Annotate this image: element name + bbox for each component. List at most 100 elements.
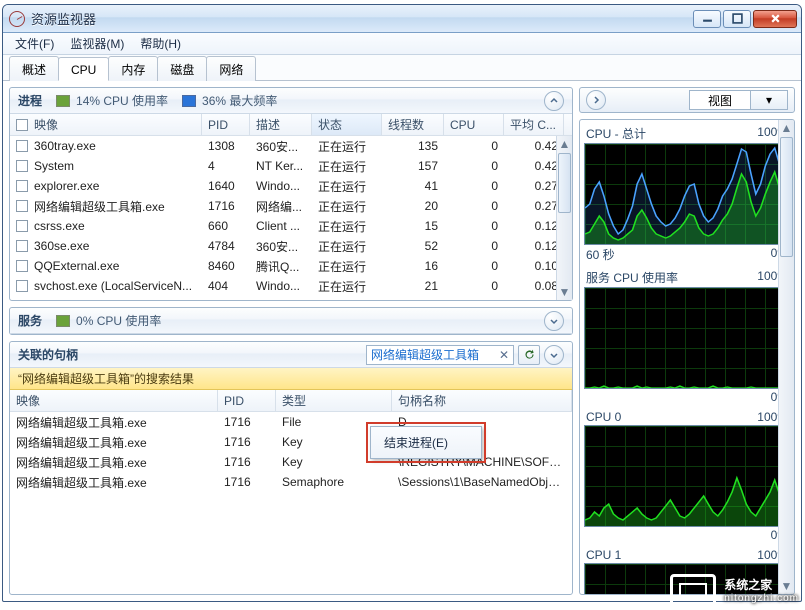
refresh-search-button[interactable]: [518, 345, 540, 365]
services-title: 服务: [18, 312, 42, 329]
close-button[interactable]: [753, 10, 797, 28]
cpu-usage-stat: 14% CPU 使用率: [56, 92, 168, 109]
scroll-thumb[interactable]: [558, 153, 571, 213]
chevron-down-icon[interactable]: ▾: [750, 91, 787, 109]
processes-scrollbar[interactable]: ▲ ▼: [556, 136, 572, 300]
table-row[interactable]: csrss.exe660Client ...正在运行1500.12: [10, 216, 572, 236]
tabstrip: 概述 CPU 内存 磁盘 网络: [3, 55, 801, 81]
search-results-banner: “网络编辑超级工具箱”的搜索结果: [10, 368, 572, 390]
minimize-button[interactable]: [693, 10, 721, 28]
view-label: 视图: [690, 92, 750, 109]
graph-title: 服务 CPU 使用率: [586, 269, 678, 286]
view-selector[interactable]: 视图 ▾: [689, 90, 788, 110]
col-avg[interactable]: 平均 C...: [504, 114, 564, 135]
tab-overview[interactable]: 概述: [9, 56, 59, 81]
end-process-menuitem[interactable]: 结束进程(E): [374, 430, 478, 455]
processes-rows[interactable]: 360tray.exe1308360安...正在运行13500.42System…: [10, 136, 572, 300]
graphs-toolbar: 视图 ▾: [579, 87, 795, 113]
hcol-type[interactable]: 类型: [276, 390, 392, 411]
col-pid[interactable]: PID: [202, 114, 250, 135]
titlebar[interactable]: 资源监视器: [3, 5, 801, 33]
max-freq-stat: 36% 最大频率: [182, 92, 277, 109]
row-checkbox[interactable]: [16, 240, 28, 252]
green-chip-icon: [56, 315, 70, 327]
row-checkbox[interactable]: [16, 260, 28, 272]
table-row[interactable]: 网络编辑超级工具箱.exe1716Key\REGISTRY\MACHINE\SO…: [10, 452, 572, 472]
table-row[interactable]: svchost.exe (LocalServiceN...404Windo...…: [10, 276, 572, 296]
menu-file[interactable]: 文件(F): [7, 33, 62, 54]
row-checkbox[interactable]: [16, 280, 28, 292]
processes-title: 进程: [18, 92, 42, 109]
processes-header[interactable]: 进程 14% CPU 使用率 36% 最大频率: [10, 88, 572, 114]
tab-network[interactable]: 网络: [206, 56, 256, 81]
services-header[interactable]: 服务 0% CPU 使用率: [10, 308, 572, 334]
row-checkbox[interactable]: [16, 180, 28, 192]
table-row[interactable]: QQExternal.exe8460腾讯Q...正在运行1600.10: [10, 256, 572, 276]
scroll-down-icon[interactable]: ▼: [557, 284, 572, 300]
menu-help[interactable]: 帮助(H): [132, 33, 189, 54]
processes-columns: 映像 PID 描述 状态 线程数 CPU 平均 C...: [10, 114, 572, 136]
handles-rows[interactable]: 网络编辑超级工具箱.exe1716FileD网络编辑超级工具箱.exe1716K…: [10, 412, 572, 594]
clear-search-icon[interactable]: ✕: [496, 347, 512, 363]
graphs-container: CPU - 总计100%60 秒0%服务 CPU 使用率100%0%CPU 01…: [579, 119, 795, 595]
scroll-down-icon[interactable]: ▼: [779, 578, 794, 594]
services-expand-button[interactable]: [544, 311, 564, 331]
col-status[interactable]: 状态: [312, 114, 382, 135]
col-image[interactable]: 映像: [10, 114, 202, 135]
processes-collapse-button[interactable]: [544, 91, 564, 111]
app-icon: [9, 11, 25, 27]
table-row[interactable]: 网络编辑超级工具箱.exe1716网络编...正在运行2000.27: [10, 196, 572, 216]
col-desc[interactable]: 描述: [250, 114, 312, 135]
hcol-image[interactable]: 映像: [10, 390, 218, 411]
maximize-button[interactable]: [723, 10, 751, 28]
col-threads[interactable]: 线程数: [382, 114, 444, 135]
tab-memory[interactable]: 内存: [108, 56, 158, 81]
handles-search: ✕: [366, 345, 564, 365]
graph: CPU 0100%0%: [584, 409, 790, 543]
row-checkbox[interactable]: [16, 140, 28, 152]
green-chip-icon: [56, 95, 70, 107]
processes-panel: 进程 14% CPU 使用率 36% 最大频率 映像 PID 描述 状态 线程数…: [9, 87, 573, 301]
hcol-pid[interactable]: PID: [218, 390, 276, 411]
services-panel: 服务 0% CPU 使用率: [9, 307, 573, 335]
select-all-checkbox[interactable]: [16, 119, 28, 131]
handles-title: 关联的句柄: [18, 346, 78, 363]
graph: 服务 CPU 使用率100%0%: [584, 268, 790, 405]
table-row[interactable]: System4NT Ker...正在运行15700.42: [10, 156, 572, 176]
graph: CPU - 总计100%60 秒0%: [584, 124, 790, 264]
scroll-up-icon[interactable]: ▲: [557, 136, 572, 152]
handles-panel: 关联的句柄 ✕ “网络编辑超级工具箱”的搜索结果 映像 PID 类型 句柄名称: [9, 341, 573, 595]
row-checkbox[interactable]: [16, 200, 28, 212]
handles-columns: 映像 PID 类型 句柄名称: [10, 390, 572, 412]
graph-canvas: [584, 143, 790, 245]
table-row[interactable]: explorer.exe1640Windo...正在运行4100.27: [10, 176, 572, 196]
table-row[interactable]: 360se.exe4784360安...正在运行5200.12: [10, 236, 572, 256]
scroll-up-icon[interactable]: ▲: [779, 120, 794, 136]
hcol-name[interactable]: 句柄名称: [392, 390, 572, 411]
graph-canvas: [584, 563, 790, 595]
menu-monitor[interactable]: 监视器(M): [62, 33, 132, 54]
graph-canvas: [584, 425, 790, 527]
table-row[interactable]: 网络编辑超级工具箱.exe1716Semaphore\Sessions\1\Ba…: [10, 472, 572, 492]
context-menu: 结束进程(E): [370, 426, 482, 459]
row-checkbox[interactable]: [16, 220, 28, 232]
resource-monitor-window: 资源监视器 文件(F) 监视器(M) 帮助(H) 概述 CPU 内存 磁盘 网络…: [2, 4, 802, 602]
table-row[interactable]: 网络编辑超级工具箱.exe1716Key\...\...: [10, 432, 572, 452]
col-cpu[interactable]: CPU: [444, 114, 504, 135]
tab-cpu[interactable]: CPU: [58, 57, 109, 81]
graphs-collapse-button[interactable]: [586, 90, 606, 110]
row-checkbox[interactable]: [16, 160, 28, 172]
graph-title: CPU - 总计: [586, 125, 646, 142]
graphs-scrollbar[interactable]: ▲ ▼: [778, 120, 794, 594]
tab-disk[interactable]: 磁盘: [157, 56, 207, 81]
handles-header[interactable]: 关联的句柄 ✕: [10, 342, 572, 368]
table-row[interactable]: 网络编辑超级工具箱.exe1716FileD: [10, 412, 572, 432]
graph-title: CPU 1: [586, 548, 621, 562]
graph-title: CPU 0: [586, 410, 621, 424]
window-title: 资源监视器: [31, 9, 693, 28]
table-row[interactable]: 360tray.exe1308360安...正在运行13500.42: [10, 136, 572, 156]
handles-collapse-button[interactable]: [544, 345, 564, 365]
scroll-thumb[interactable]: [780, 137, 793, 257]
handles-search-input[interactable]: [366, 345, 514, 365]
menubar: 文件(F) 监视器(M) 帮助(H): [3, 33, 801, 55]
